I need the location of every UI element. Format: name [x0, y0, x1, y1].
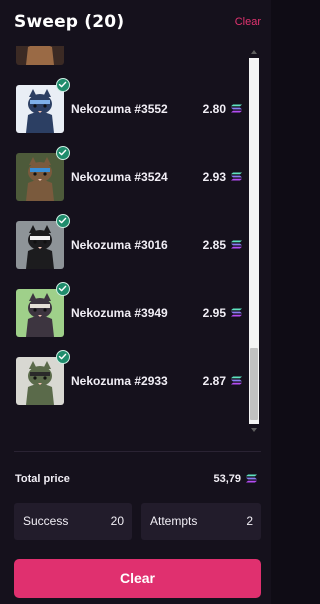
- scrollbar[interactable]: [248, 46, 260, 436]
- cat-avatar-icon: [16, 289, 64, 337]
- item-price-amount: 2.80: [202, 102, 226, 116]
- success-stat: Success 20: [14, 503, 132, 540]
- solana-icon: [231, 308, 242, 317]
- item-price-amount: 2.85: [202, 238, 226, 252]
- list-item[interactable]: Nekozuma #3949 2.95: [0, 280, 248, 348]
- item-price: 2.80: [203, 102, 242, 116]
- attempts-stat: Attempts 2: [141, 503, 261, 540]
- scroll-down-arrow-icon[interactable]: [250, 426, 258, 434]
- attempts-value: 2: [246, 514, 253, 528]
- list-item[interactable]: Nekozuma #3016 2.85: [0, 212, 248, 280]
- item-name: Nekozuma #3552: [71, 102, 168, 116]
- sweep-header: Sweep (20) Clear: [14, 12, 261, 34]
- total-price-value: 53,79: [213, 473, 257, 485]
- attempts-label: Attempts: [150, 514, 198, 528]
- item-price-amount: 2.90: [203, 46, 226, 48]
- item-price: 2.95: [203, 306, 242, 320]
- success-value: 20: [110, 514, 124, 528]
- item-price: 2.93: [203, 170, 242, 184]
- item-price: 2.87: [203, 374, 242, 388]
- nft-thumbnail: [16, 221, 64, 269]
- nft-thumbnail: [16, 289, 64, 337]
- clear-link[interactable]: Clear: [235, 16, 261, 28]
- check-circle-icon: [56, 146, 70, 160]
- nft-thumbnail: [16, 153, 64, 201]
- list-item[interactable]: Nekozuma #3524 2.93: [0, 144, 248, 212]
- item-name: Nekozuma #1412: [71, 46, 168, 48]
- sweep-title: Sweep (20): [14, 12, 125, 32]
- sweep-list[interactable]: Nekozuma #14122.90Nekozuma #35522.80Neko…: [0, 46, 271, 436]
- item-name: Nekozuma #3524: [71, 170, 168, 184]
- check-circle-icon: [56, 350, 70, 364]
- solana-icon: [231, 376, 242, 385]
- solana-icon: [231, 172, 242, 181]
- scroll-thumb[interactable]: [250, 348, 258, 420]
- cat-avatar-icon: [16, 46, 64, 65]
- nft-thumbnail: [16, 46, 64, 65]
- item-name: Nekozuma #3949: [71, 306, 168, 320]
- scroll-track[interactable]: [249, 58, 259, 424]
- cat-avatar-icon: [16, 357, 64, 405]
- sweep-list-content: Nekozuma #14122.90Nekozuma #35522.80Neko…: [0, 46, 248, 416]
- check-circle-icon: [56, 214, 70, 228]
- solana-icon: [231, 240, 242, 249]
- sweep-panel: Sweep (20) Clear Nekozuma #14122.90Nekoz…: [0, 0, 271, 604]
- nft-thumbnail: [16, 357, 64, 405]
- solana-icon: [231, 104, 242, 113]
- item-name: Nekozuma #3016: [71, 238, 168, 252]
- divider: [14, 451, 261, 452]
- total-price-amount: 53,79: [213, 473, 241, 485]
- check-circle-icon: [56, 282, 70, 296]
- cat-avatar-icon: [16, 85, 64, 133]
- solana-icon: [246, 474, 257, 483]
- nft-thumbnail: [16, 85, 64, 133]
- item-name: Nekozuma #2933: [71, 374, 168, 388]
- clear-button[interactable]: Clear: [14, 559, 261, 598]
- item-price-amount: 2.93: [202, 170, 226, 184]
- list-item[interactable]: Nekozuma #3552 2.80: [0, 76, 248, 144]
- cat-avatar-icon: [16, 153, 64, 201]
- item-price: 2.90: [203, 46, 242, 48]
- list-item[interactable]: Nekozuma #1412 2.90: [0, 46, 248, 76]
- item-price-amount: 2.95: [202, 306, 226, 320]
- item-price-amount: 2.87: [202, 374, 226, 388]
- check-circle-icon: [56, 78, 70, 92]
- list-item[interactable]: Nekozuma #2933 2.87: [0, 348, 248, 416]
- total-price-label: Total price: [15, 473, 70, 485]
- cat-avatar-icon: [16, 221, 64, 269]
- item-price: 2.85: [203, 238, 242, 252]
- scroll-up-arrow-icon[interactable]: [250, 48, 258, 56]
- success-label: Success: [23, 514, 69, 528]
